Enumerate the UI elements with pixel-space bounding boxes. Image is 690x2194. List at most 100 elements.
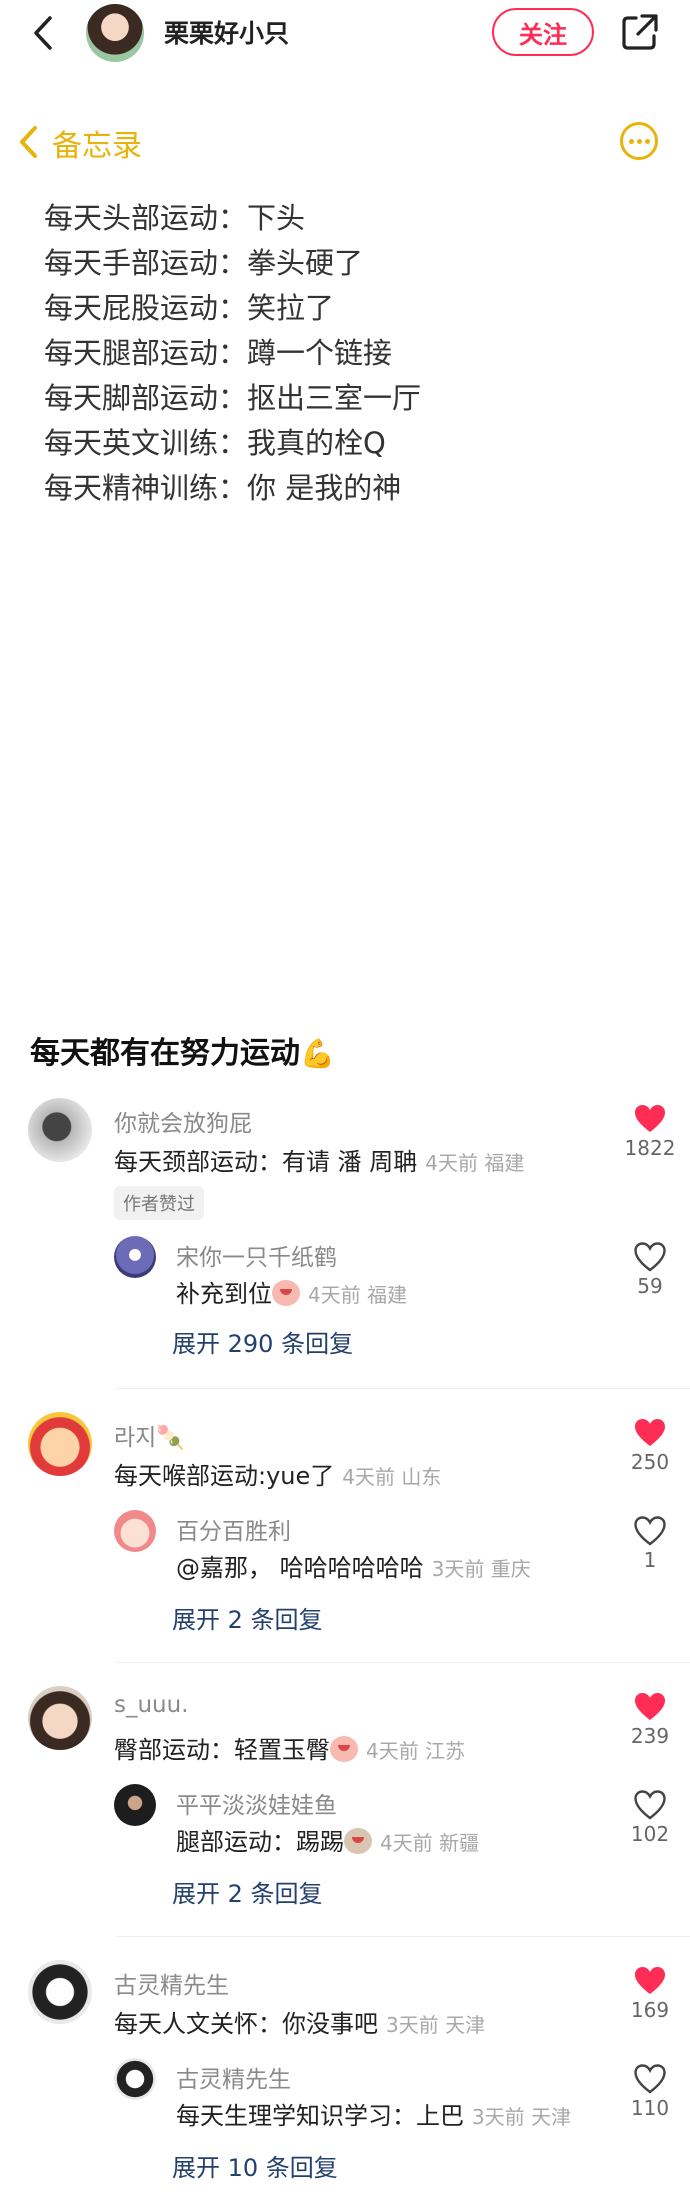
like-button[interactable]: 102 bbox=[620, 1790, 680, 1846]
like-button[interactable]: 250 bbox=[620, 1418, 680, 1474]
like-count: 1822 bbox=[624, 1136, 676, 1160]
share-icon[interactable] bbox=[620, 12, 660, 52]
reply-text[interactable]: 腿部运动：踢踢 4天前 新疆 bbox=[176, 1822, 479, 1857]
comment-meta: 4天前 江苏 bbox=[366, 1739, 466, 1763]
comment-thread: 古灵精先生 每天人文关怀：你没事吧 3天前 天津 169 古灵精先生 每天生理学知… bbox=[0, 1956, 690, 2194]
post-title-text: 每天都有在努力运动 bbox=[30, 1036, 300, 1071]
post-title: 每天都有在努力运动💪 bbox=[30, 1028, 335, 1072]
like-count: 250 bbox=[630, 1450, 670, 1474]
commenter-avatar[interactable] bbox=[28, 1960, 92, 2024]
comment-thread: s_uuu. 臀部运动：轻置玉臀 4天前 江苏 239 平平淡淡娃娃鱼 腿部运动：… bbox=[0, 1682, 690, 1932]
reply-meta: 4天前 新疆 bbox=[380, 1831, 480, 1855]
memo-line: 每天屁股运动：笑拉了 bbox=[44, 291, 335, 325]
commenter-avatar[interactable] bbox=[28, 1686, 92, 1750]
like-button[interactable]: 169 bbox=[620, 1966, 680, 2022]
comment-meta: 4天前 福建 bbox=[425, 1151, 525, 1175]
comment-meta: 4天前 山东 bbox=[342, 1465, 442, 1489]
reply-name[interactable]: 古灵精先生 bbox=[176, 2060, 291, 2094]
reply-avatar[interactable] bbox=[114, 1784, 156, 1826]
like-button[interactable]: 239 bbox=[620, 1692, 680, 1748]
memo-header: 备忘录 bbox=[0, 116, 690, 168]
heart-outline-icon bbox=[634, 1790, 666, 1820]
reply-meta: 3天前 重庆 bbox=[431, 1557, 531, 1581]
heart-filled-icon bbox=[635, 1693, 665, 1720]
heart-outline-icon bbox=[634, 1242, 666, 1272]
reply-avatar[interactable] bbox=[114, 2058, 156, 2100]
reply-avatar[interactable] bbox=[114, 1510, 156, 1552]
heart-filled-icon bbox=[635, 1105, 665, 1132]
pig-sticker-icon bbox=[330, 1736, 358, 1762]
comment-text[interactable]: 每天喉部运动:yue了 4天前 山东 bbox=[114, 1456, 441, 1491]
comment-text[interactable]: 每天颈部运动：有请 潘 周聃 4天前 福建 bbox=[114, 1142, 524, 1177]
memo-line: 每天手部运动：拳头硬了 bbox=[44, 246, 364, 280]
like-button[interactable]: 1822 bbox=[620, 1104, 680, 1160]
reply-text[interactable]: 补充到位 4天前 福建 bbox=[176, 1274, 407, 1309]
divider bbox=[116, 1936, 690, 1937]
like-count: 169 bbox=[630, 1998, 670, 2022]
like-button[interactable]: 110 bbox=[620, 2064, 680, 2120]
memo-line: 每天脚部运动：抠出三室一厅 bbox=[44, 381, 422, 415]
like-button[interactable]: 1 bbox=[620, 1516, 680, 1572]
commenter-avatar[interactable] bbox=[28, 1098, 92, 1162]
memo-line: 每天腿部运动：蹲一个链接 bbox=[44, 336, 393, 370]
top-bar: 栗栗好小只 关注 bbox=[0, 0, 690, 66]
reply-body: @嘉那， 哈哈哈哈哈哈 bbox=[176, 1554, 424, 1582]
comment-thread: 你就会放狗屁 每天颈部运动：有请 潘 周聃 4天前 福建 作者赞过 1822 宋你… bbox=[0, 1094, 690, 1374]
heart-outline-icon bbox=[634, 1516, 666, 1546]
commenter-name[interactable]: 你就会放狗屁 bbox=[114, 1104, 252, 1138]
comment-body: 每天人文关怀：你没事吧 bbox=[114, 2010, 378, 2038]
memo-title: 备忘录 bbox=[52, 129, 142, 164]
divider bbox=[116, 1388, 690, 1389]
author-name[interactable]: 栗栗好小只 bbox=[164, 14, 289, 50]
reply-meta: 4天前 福建 bbox=[308, 1283, 408, 1307]
like-count: 110 bbox=[630, 2096, 670, 2120]
more-icon bbox=[620, 122, 658, 160]
comment-meta: 3天前 天津 bbox=[386, 2013, 486, 2037]
divider bbox=[116, 1662, 690, 1663]
expand-replies-button[interactable]: 展开 10 条回复 bbox=[172, 2148, 338, 2183]
comment-text[interactable]: 臀部运动：轻置玉臀 4天前 江苏 bbox=[114, 1730, 465, 1765]
reply-body: 每天生理学知识学习：上巴 bbox=[176, 2102, 464, 2130]
commenter-name[interactable]: 古灵精先生 bbox=[114, 1966, 229, 2000]
like-count: 102 bbox=[630, 1822, 670, 1846]
expand-replies-button[interactable]: 展开 2 条回复 bbox=[172, 1874, 323, 1909]
heart-outline-icon bbox=[634, 2064, 666, 2094]
memo-line: 每天英文训练：我真的栓Q bbox=[44, 426, 386, 460]
reply-avatar[interactable] bbox=[114, 1236, 156, 1278]
heart-filled-icon bbox=[635, 1419, 665, 1446]
commenter-name[interactable]: s_uuu. bbox=[114, 1692, 189, 1718]
reply-meta: 3天前 天津 bbox=[472, 2105, 572, 2129]
sticker-icon bbox=[344, 1828, 372, 1854]
memo-back-icon bbox=[20, 126, 37, 158]
heart-filled-icon bbox=[635, 1967, 665, 1994]
memo-line: 每天头部运动：下头 bbox=[44, 201, 306, 235]
back-arrow-icon[interactable] bbox=[28, 14, 62, 52]
like-count: 59 bbox=[637, 1274, 663, 1298]
expand-replies-button[interactable]: 展开 2 条回复 bbox=[172, 1600, 323, 1635]
memo-line: 每天精神训练：你 是我的神 bbox=[44, 471, 402, 505]
flexed-bicep-icon: 💪 bbox=[300, 1037, 335, 1070]
reply-name[interactable]: 平平淡淡娃娃鱼 bbox=[176, 1786, 337, 1820]
author-liked-badge: 作者赞过 bbox=[114, 1186, 204, 1220]
reply-name[interactable]: 宋你一只千纸鹤 bbox=[176, 1238, 337, 1272]
like-button[interactable]: 59 bbox=[620, 1242, 680, 1298]
author-avatar[interactable] bbox=[86, 4, 144, 62]
commenter-avatar[interactable] bbox=[28, 1412, 92, 1476]
commenter-name[interactable]: 라지🍡 bbox=[114, 1418, 185, 1452]
comment-body: 每天喉部运动:yue了 bbox=[114, 1462, 335, 1490]
comment-text[interactable]: 每天人文关怀：你没事吧 3天前 天津 bbox=[114, 2004, 485, 2039]
pig-sticker-icon bbox=[272, 1280, 300, 1306]
comment-body: 每天颈部运动：有请 潘 周聃 bbox=[114, 1148, 418, 1176]
reply-name[interactable]: 百分百胜利 bbox=[176, 1512, 291, 1546]
comment-body: 臀部运动：轻置玉臀 bbox=[114, 1736, 330, 1764]
reply-body: 补充到位 bbox=[176, 1280, 272, 1308]
comment-thread: 라지🍡 每天喉部运动:yue了 4天前 山东 250 百分百胜利 @嘉那， 哈哈哈… bbox=[0, 1408, 690, 1658]
like-count: 1 bbox=[643, 1548, 657, 1572]
follow-button[interactable]: 关注 bbox=[492, 8, 594, 56]
expand-replies-button[interactable]: 展开 290 条回复 bbox=[172, 1324, 353, 1359]
reply-text[interactable]: @嘉那， 哈哈哈哈哈哈 3天前 重庆 bbox=[176, 1548, 531, 1583]
memo-content: 每天头部运动：下头 每天手部运动：拳头硬了 每天屁股运动：笑拉了 每天腿部运动：… bbox=[44, 196, 421, 511]
reply-text[interactable]: 每天生理学知识学习：上巴 3天前 天津 bbox=[176, 2096, 571, 2131]
like-count: 239 bbox=[630, 1724, 670, 1748]
reply-body: 腿部运动：踢踢 bbox=[176, 1828, 344, 1856]
